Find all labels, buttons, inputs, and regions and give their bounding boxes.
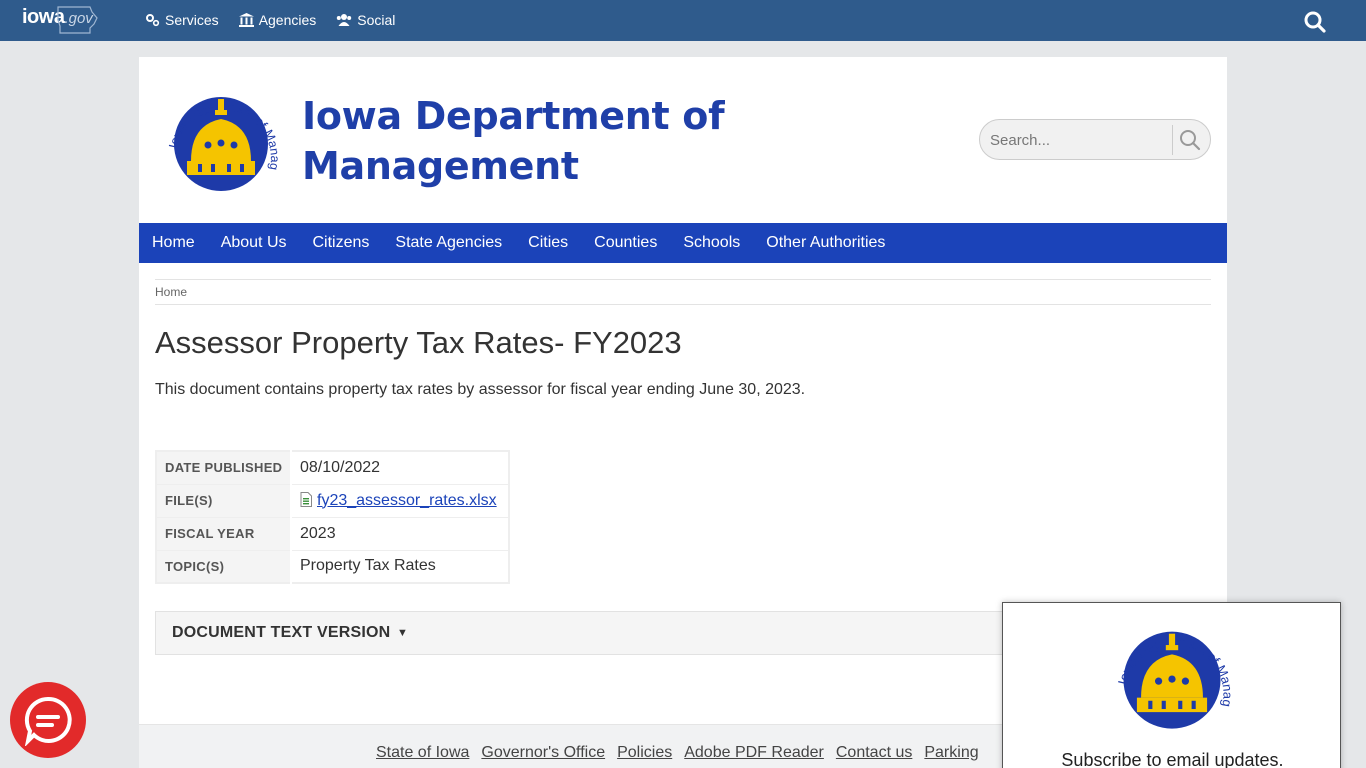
document-text-label: DOCUMENT TEXT VERSION <box>172 624 391 641</box>
footer-link-contact-us[interactable]: Contact us <box>836 744 912 762</box>
nav-cities[interactable]: Cities <box>528 234 568 252</box>
top-nav-agencies[interactable]: Agencies <box>238 12 317 28</box>
department-seal-logo[interactable]: Iowa Department of Management <box>158 77 284 203</box>
meta-date-label: DATE PUBLISHED <box>156 451 292 485</box>
footer-link-parking[interactable]: Parking <box>924 744 978 762</box>
meta-row-files: FILE(S) fy23_assessor_rates.xlsx <box>156 484 509 518</box>
meta-fiscal-label: FISCAL YEAR <box>156 517 292 551</box>
footer-links: State of Iowa Governor's Office Policies… <box>376 744 979 762</box>
meta-topics-label: TOPIC(S) <box>156 550 292 584</box>
breadcrumb-divider-bottom <box>155 304 1211 305</box>
department-seal-logo: Iowa Department of Management <box>1107 611 1235 739</box>
top-nav-agencies-label: Agencies <box>258 12 317 28</box>
meta-row-date: DATE PUBLISHED 08/10/2022 <box>156 451 509 485</box>
main-nav: Home About Us Citizens State Agencies Ci… <box>139 223 1227 263</box>
footer-link-state-of-iowa[interactable]: State of Iowa <box>376 744 469 762</box>
site-title-line1: Iowa Department of <box>302 94 725 138</box>
footer-link-governors-office[interactable]: Governor's Office <box>481 744 605 762</box>
nav-other-authorities[interactable]: Other Authorities <box>766 234 885 252</box>
top-bar: iowa .gov Services Agencies Social <box>0 0 1366 41</box>
page-description: This document contains property tax rate… <box>155 381 806 398</box>
site-search-box <box>979 119 1211 160</box>
nav-state-agencies[interactable]: State Agencies <box>395 234 502 252</box>
top-nav-social[interactable]: Social <box>336 12 395 28</box>
meta-row-fiscal: FISCAL YEAR 2023 <box>156 517 509 551</box>
top-nav: Services Agencies Social <box>145 12 395 28</box>
meta-topics-value: Property Tax Rates <box>291 550 509 584</box>
file-download-link[interactable]: fy23_assessor_rates.xlsx <box>317 492 497 509</box>
gears-icon <box>146 14 160 27</box>
search-input[interactable] <box>990 130 1170 150</box>
nav-counties[interactable]: Counties <box>594 234 657 252</box>
meta-fiscal-value: 2023 <box>291 517 509 551</box>
subscribe-text: Subscribe to email updates. <box>1061 750 1284 768</box>
meta-date-value: 08/10/2022 <box>291 451 509 485</box>
page-title: Assessor Property Tax Rates- FY2023 <box>155 325 682 360</box>
chat-bubble-icon <box>24 696 72 746</box>
chat-button[interactable] <box>10 682 86 758</box>
building-icon <box>238 13 254 27</box>
site-title-line2: Management <box>302 144 579 188</box>
users-icon <box>337 14 352 26</box>
top-nav-services[interactable]: Services <box>145 12 219 28</box>
top-search-icon[interactable] <box>1303 10 1327 34</box>
meta-row-topics: TOPIC(S) Property Tax Rates <box>156 550 509 584</box>
nav-about-us[interactable]: About Us <box>221 234 287 252</box>
search-divider <box>1172 125 1173 155</box>
meta-files-label: FILE(S) <box>156 484 292 518</box>
nav-home[interactable]: Home <box>152 234 195 252</box>
spreadsheet-file-icon <box>300 491 312 507</box>
footer-link-policies[interactable]: Policies <box>617 744 672 762</box>
search-button-icon[interactable] <box>1178 128 1202 152</box>
subscribe-popup: Iowa Department of Management Subscribe … <box>1002 602 1341 768</box>
breadcrumb-home[interactable]: Home <box>155 285 187 299</box>
document-meta-table: DATE PUBLISHED 08/10/2022 FILE(S) fy23_a… <box>155 450 510 584</box>
footer-link-adobe-pdf-reader[interactable]: Adobe PDF Reader <box>684 744 824 762</box>
nav-schools[interactable]: Schools <box>683 234 740 252</box>
meta-files-value: fy23_assessor_rates.xlsx <box>291 484 509 518</box>
top-nav-social-label: Social <box>357 12 396 28</box>
nav-citizens[interactable]: Citizens <box>313 234 370 252</box>
top-nav-services-label: Services <box>165 12 219 28</box>
site-title[interactable]: Iowa Department of Management <box>302 91 725 191</box>
breadcrumb-divider-top <box>155 279 1211 280</box>
iowa-state-outline-icon <box>57 6 98 34</box>
caret-down-icon: ▼ <box>397 627 408 639</box>
